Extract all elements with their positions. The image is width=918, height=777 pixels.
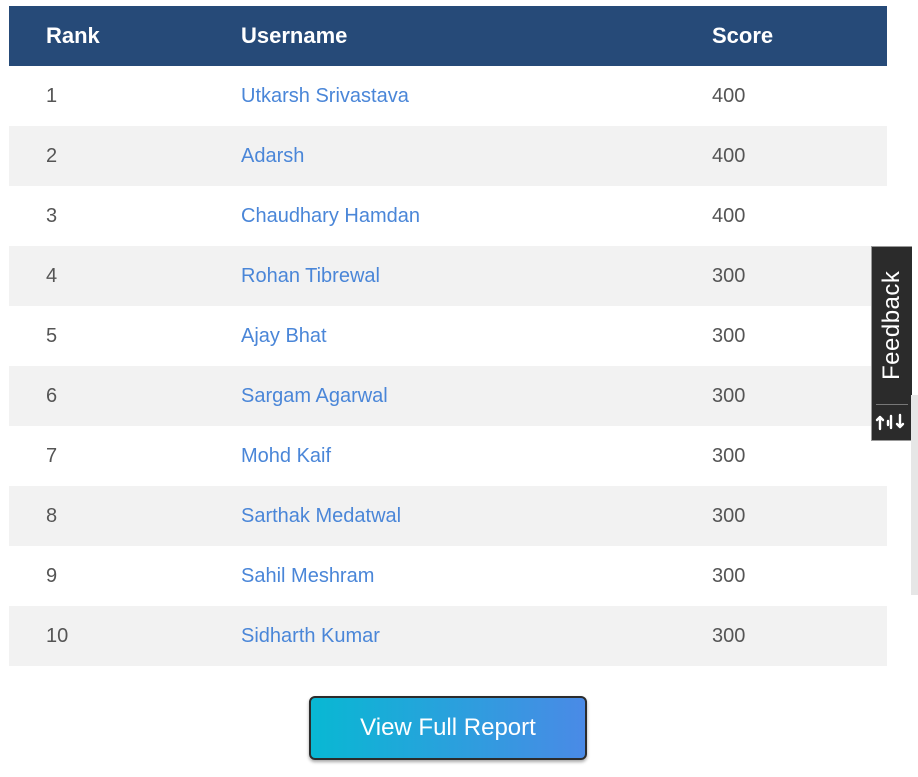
score-cell: 300 xyxy=(712,324,746,347)
table-row: 6 Sargam Agarwal 300 xyxy=(9,366,887,426)
feedback-divider xyxy=(876,404,908,405)
score-cell: 300 xyxy=(712,444,746,467)
table-row: 3 Chaudhary Hamdan 400 xyxy=(9,186,887,246)
rank-cell: 7 xyxy=(46,444,58,467)
username-link[interactable]: Chaudhary Hamdan xyxy=(241,205,420,227)
username-cell: Chaudhary Hamdan xyxy=(241,186,712,246)
table-header-row: Rank Username Score xyxy=(9,6,887,66)
username-link[interactable]: Sargam Agarwal xyxy=(241,385,388,407)
username-cell: Ajay Bhat xyxy=(241,306,712,366)
rank-cell: 6 xyxy=(46,384,58,407)
rank-cell: 2 xyxy=(46,144,58,167)
username-link[interactable]: Adarsh xyxy=(241,145,304,167)
score-cell: 400 xyxy=(712,204,746,227)
page: Rank Username Score 1 Utkarsh Srivastava 4… xyxy=(0,0,918,777)
view-full-report-button[interactable]: View Full Report xyxy=(309,696,587,760)
rank-column-header: Rank xyxy=(46,23,100,48)
table-row: 4 Rohan Tibrewal 300 xyxy=(9,246,887,306)
table-row: 10 Sidharth Kumar 300 xyxy=(9,606,887,666)
username-link[interactable]: Sarthak Medatwal xyxy=(241,505,401,527)
username-column-header: Username xyxy=(241,23,348,48)
table-body: 1 Utkarsh Srivastava 400 2 Adarsh 400 3 Chaudha… xyxy=(9,66,887,666)
username-cell: Mohd Kaif xyxy=(241,426,712,486)
table-row: 7 Mohd Kaif 300 xyxy=(9,426,887,486)
username-link[interactable]: Sidharth Kumar xyxy=(241,625,380,647)
score-cell: 400 xyxy=(712,144,746,167)
page-scrollbar[interactable] xyxy=(911,395,918,595)
rank-cell: 3 xyxy=(46,204,58,227)
rank-cell: 5 xyxy=(46,324,58,347)
username-cell: Adarsh xyxy=(241,126,712,186)
table-row: 2 Adarsh 400 xyxy=(9,126,887,186)
feedback-label: Feedback xyxy=(878,270,905,380)
username-link[interactable]: Sahil Meshram xyxy=(241,565,374,587)
sort-arrows-icon-svg xyxy=(875,413,905,431)
username-cell: Rohan Tibrewal xyxy=(241,246,712,306)
table-row: 8 Sarthak Medatwal 300 xyxy=(9,486,887,546)
score-cell: 400 xyxy=(712,84,746,107)
username-cell: Utkarsh Srivastava xyxy=(241,66,712,126)
username-cell: Sarthak Medatwal xyxy=(241,486,712,546)
feedback-tab[interactable]: Feedback xyxy=(871,246,912,441)
table-row: 9 Sahil Meshram 300 xyxy=(9,546,887,606)
username-cell: Sargam Agarwal xyxy=(241,366,712,426)
table-header: Rank Username Score xyxy=(9,6,887,66)
username-cell: Sidharth Kumar xyxy=(241,606,712,666)
username-link[interactable]: Rohan Tibrewal xyxy=(241,265,380,287)
score-cell: 300 xyxy=(712,264,746,287)
rank-cell: 1 xyxy=(46,84,58,107)
table-row: 1 Utkarsh Srivastava 400 xyxy=(9,66,887,126)
sort-arrows-icon xyxy=(872,410,912,434)
score-column-header: Score xyxy=(712,23,774,48)
username-link[interactable]: Mohd Kaif xyxy=(241,445,331,467)
rank-cell: 9 xyxy=(46,564,58,587)
score-cell: 300 xyxy=(712,624,746,647)
username-cell: Sahil Meshram xyxy=(241,546,712,606)
username-link[interactable]: Ajay Bhat xyxy=(241,325,327,347)
rank-cell: 4 xyxy=(46,264,58,287)
score-cell: 300 xyxy=(712,384,746,407)
table-row: 5 Ajay Bhat 300 xyxy=(9,306,887,366)
score-cell: 300 xyxy=(712,504,746,527)
score-cell: 300 xyxy=(712,564,746,587)
rank-cell: 8 xyxy=(46,504,58,527)
leaderboard-table: Rank Username Score 1 Utkarsh Srivastava 4… xyxy=(9,6,887,666)
rank-cell: 10 xyxy=(46,624,69,647)
username-link[interactable]: Utkarsh Srivastava xyxy=(241,85,409,107)
